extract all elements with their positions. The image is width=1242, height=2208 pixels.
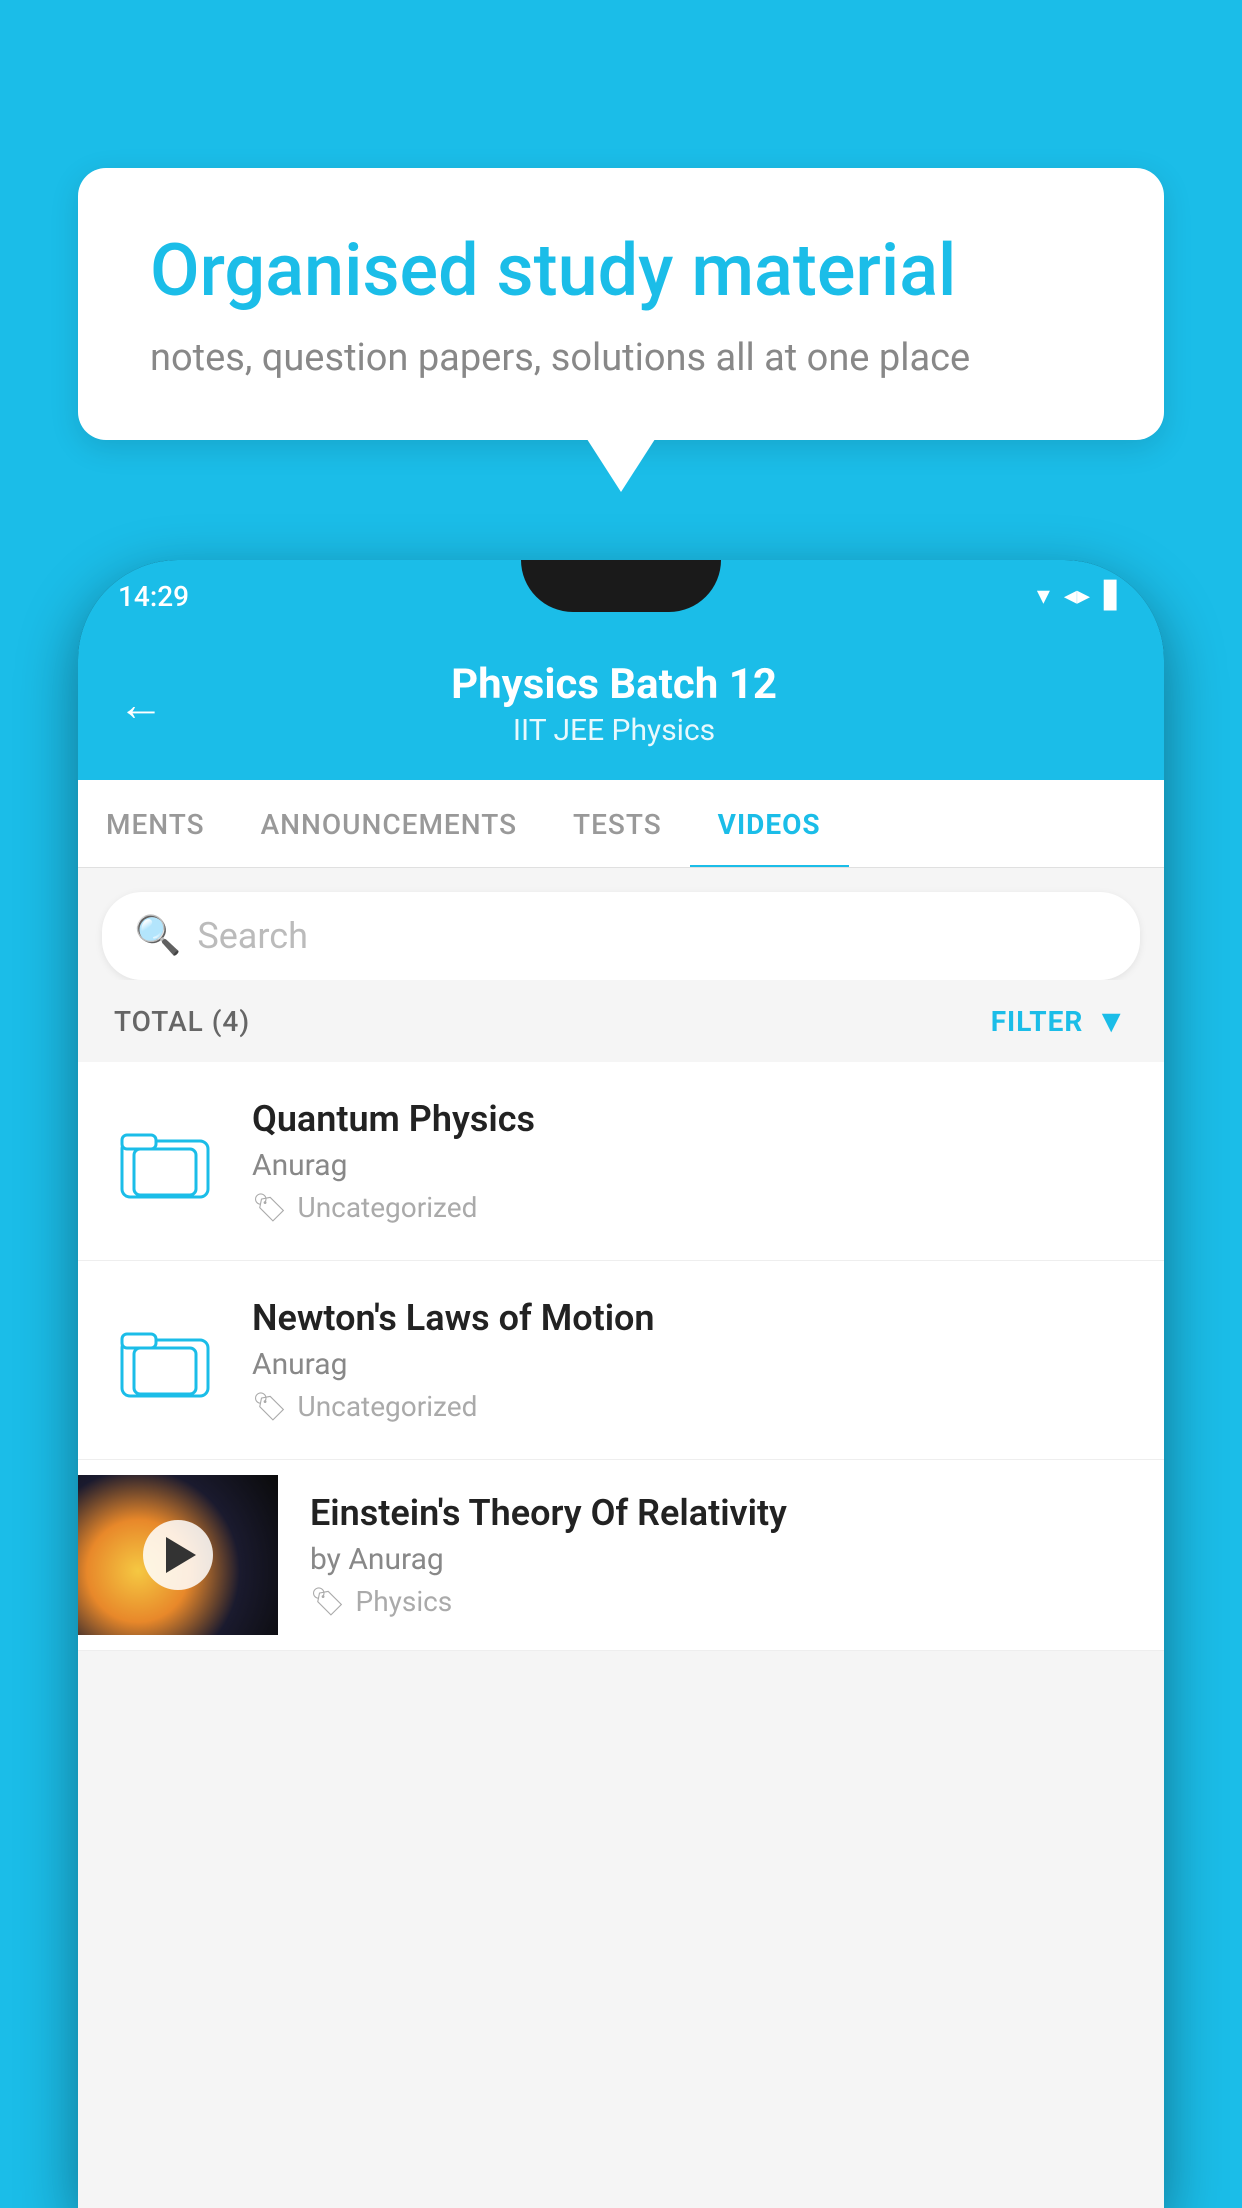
search-icon: 🔍 <box>134 914 181 958</box>
video-author: Anurag <box>252 1347 1132 1382</box>
video-title: Newton's Laws of Motion <box>252 1297 1132 1339</box>
tag-icon: 🏷 <box>310 1585 346 1618</box>
search-input[interactable]: Search <box>197 915 308 957</box>
tag-label: Uncategorized <box>298 1390 478 1423</box>
search-bar[interactable]: 🔍 Search <box>102 892 1140 980</box>
total-count: TOTAL (4) <box>114 1005 250 1038</box>
video-title: Einstein's Theory Of Relativity <box>310 1492 1132 1534</box>
folder-svg <box>120 1320 210 1400</box>
folder-icon-wrap <box>110 1106 220 1216</box>
video-author: Anurag <box>252 1148 1132 1183</box>
status-time: 14:29 <box>118 580 189 613</box>
battery-icon: ▋ <box>1104 581 1124 611</box>
phone-frame: 14:29 ▾ ◂▸ ▋ ← Physics Batch 12 IIT JEE … <box>78 560 1164 2208</box>
status-bar: 14:29 ▾ ◂▸ ▋ <box>78 560 1164 632</box>
header-tags: IIT JEE Physics <box>194 713 1034 748</box>
filter-bar: TOTAL (4) FILTER ▼ <box>78 980 1164 1062</box>
tag-icon: 🏷 <box>252 1390 288 1423</box>
signal-icon: ◂▸ <box>1064 581 1090 611</box>
bubble-subtitle: notes, question papers, solutions all at… <box>150 336 1092 380</box>
list-item[interactable]: Einstein's Theory Of Relativity by Anura… <box>78 1460 1164 1651</box>
speech-bubble: Organised study material notes, question… <box>78 168 1164 440</box>
tab-ments[interactable]: MENTS <box>78 780 233 868</box>
filter-label: FILTER <box>991 1005 1084 1038</box>
status-icons: ▾ ◂▸ ▋ <box>1037 581 1124 611</box>
filter-icon: ▼ <box>1095 1002 1128 1040</box>
video-info: Quantum Physics Anurag 🏷 Uncategorized <box>252 1098 1132 1224</box>
tab-announcements[interactable]: ANNOUNCEMENTS <box>233 780 545 868</box>
video-info: Einstein's Theory Of Relativity by Anura… <box>310 1460 1132 1650</box>
header-center: Physics Batch 12 IIT JEE Physics <box>194 660 1034 748</box>
video-info: Newton's Laws of Motion Anurag 🏷 Uncateg… <box>252 1297 1132 1423</box>
list-item[interactable]: Quantum Physics Anurag 🏷 Uncategorized <box>78 1062 1164 1261</box>
tab-tests[interactable]: TESTS <box>545 780 690 868</box>
play-button[interactable] <box>143 1520 213 1590</box>
tag-label: Uncategorized <box>298 1191 478 1224</box>
video-title: Quantum Physics <box>252 1098 1132 1140</box>
screen-content: 🔍 Search TOTAL (4) FILTER ▼ Quantum Phys… <box>78 868 1164 2208</box>
video-author: by Anurag <box>310 1542 1132 1577</box>
list-item[interactable]: Newton's Laws of Motion Anurag 🏷 Uncateg… <box>78 1261 1164 1460</box>
wifi-icon: ▾ <box>1037 581 1050 611</box>
tag-icon: 🏷 <box>252 1191 288 1224</box>
video-tag: 🏷 Uncategorized <box>252 1390 1132 1423</box>
video-thumbnail <box>78 1475 278 1635</box>
tag-label: Physics <box>356 1585 453 1618</box>
folder-icon-wrap <box>110 1305 220 1415</box>
bubble-title: Organised study material <box>150 228 1092 314</box>
app-header: ← Physics Batch 12 IIT JEE Physics <box>78 632 1164 780</box>
folder-svg <box>120 1121 210 1201</box>
back-button[interactable]: ← <box>118 677 164 732</box>
play-icon <box>166 1537 196 1573</box>
header-title: Physics Batch 12 <box>194 660 1034 709</box>
tab-videos[interactable]: VIDEOS <box>690 780 849 868</box>
video-tag: 🏷 Physics <box>310 1585 1132 1618</box>
video-tag: 🏷 Uncategorized <box>252 1191 1132 1224</box>
tabs-container: MENTS ANNOUNCEMENTS TESTS VIDEOS <box>78 780 1164 868</box>
filter-button[interactable]: FILTER ▼ <box>991 1002 1128 1040</box>
